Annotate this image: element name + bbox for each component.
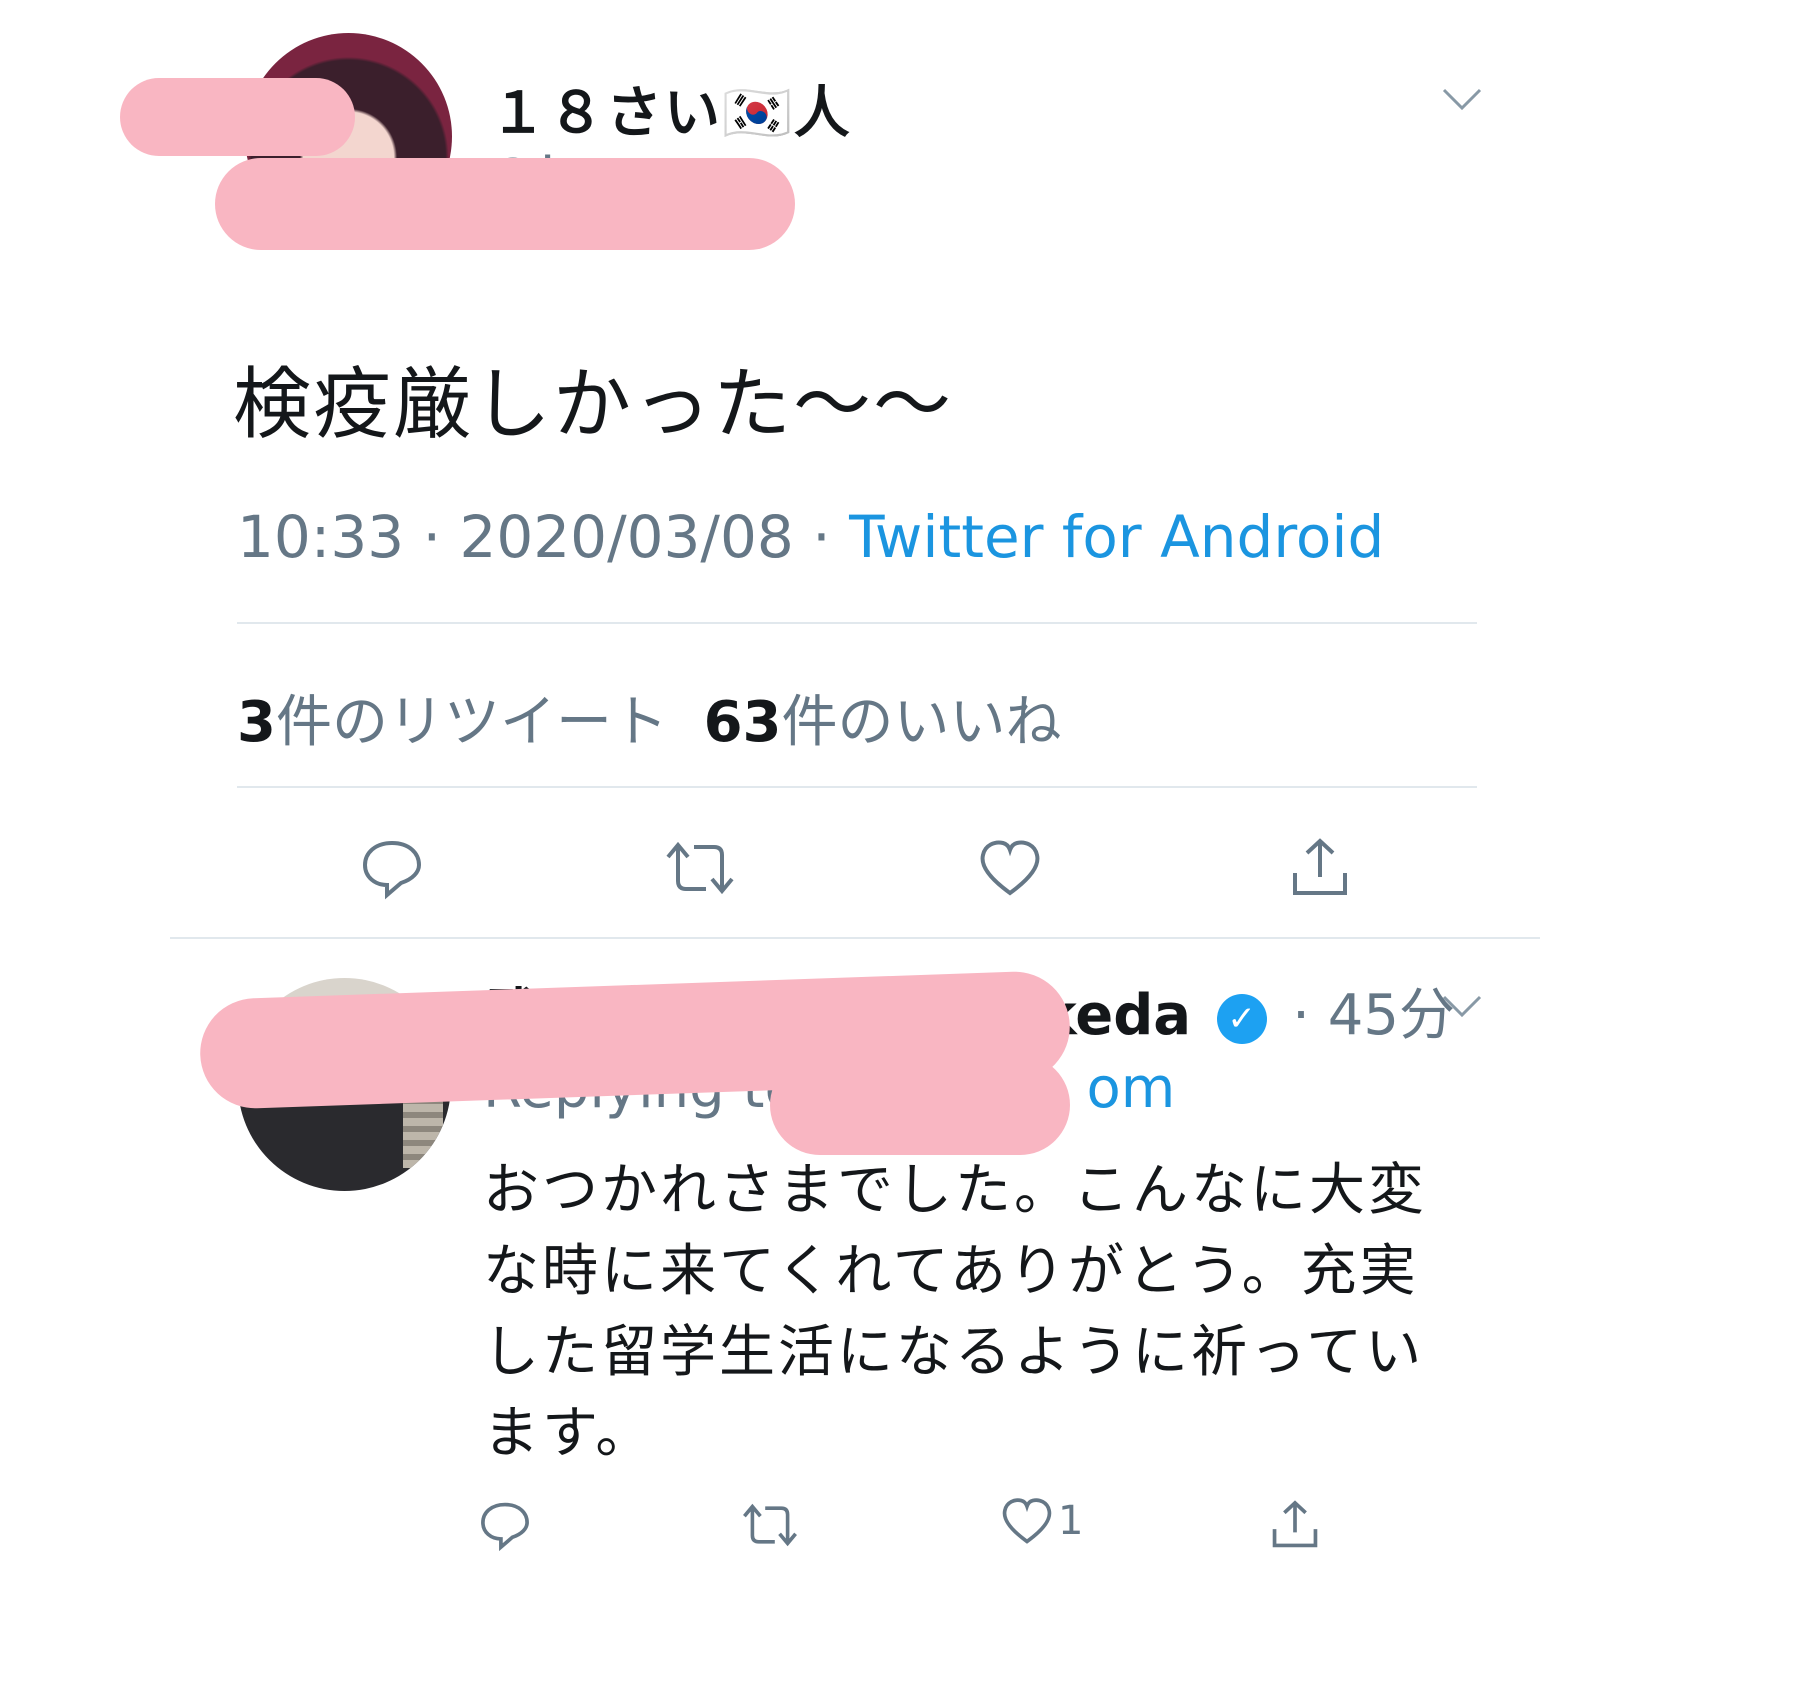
likes-stat[interactable]: 63件のいいね: [704, 690, 1062, 755]
reply-reply-button[interactable]: [470, 1490, 540, 1560]
share-button[interactable]: [1280, 828, 1360, 908]
share-icon: [1293, 838, 1347, 895]
chevron-down-icon[interactable]: [1440, 78, 1484, 124]
reply-like-count: 1: [1058, 1498, 1084, 1544]
reply-text: おつかれさまでした。こんなに大変な時に来てくれてありがとう。充実した留学生活にな…: [483, 1158, 1427, 1466]
divider: [237, 622, 1477, 624]
reply-button[interactable]: [352, 828, 432, 908]
tweet-source-link[interactable]: Twitter for Android: [849, 503, 1384, 571]
author-display-name[interactable]: １８さい🇰🇷人: [490, 68, 852, 149]
retweets-stat[interactable]: 3件のリツイート: [237, 690, 668, 755]
retweet-button[interactable]: [660, 828, 740, 908]
divider: [237, 786, 1477, 788]
like-button[interactable]: [970, 828, 1050, 908]
chevron-down-icon[interactable]: [1440, 985, 1484, 1031]
tweet-stats: 3件のリツイート 63件のいいね: [237, 677, 1062, 758]
reply-age: 45分: [1327, 983, 1455, 1048]
tweet-time: 10:33: [237, 503, 405, 571]
redaction-mark: [770, 1055, 1070, 1155]
reply-like-button[interactable]: 1: [1000, 1495, 1083, 1547]
like-icon: [1002, 1498, 1052, 1544]
like-icon: [980, 840, 1040, 896]
divider: [170, 937, 1540, 939]
reply-icon: [362, 840, 422, 900]
tweet-date: 2020/03/08: [459, 503, 794, 571]
retweet-icon: [743, 1503, 797, 1547]
verified-badge-icon: ✓: [1216, 993, 1267, 1044]
redaction-mark: [215, 158, 795, 250]
share-icon: [1272, 1500, 1318, 1548]
retweet-icon: [666, 841, 734, 895]
tweet-meta: 10:33 · 2020/03/08 · Twitter for Android: [237, 503, 1385, 571]
reply-share-button[interactable]: [1260, 1490, 1330, 1560]
replying-to-handle[interactable]: om: [1087, 1056, 1176, 1121]
reply-icon: [481, 1502, 529, 1552]
reply-retweet-button[interactable]: [735, 1490, 805, 1560]
redaction-mark: [120, 78, 355, 156]
tweet-text: 検疫厳しかった〜〜: [233, 360, 954, 450]
